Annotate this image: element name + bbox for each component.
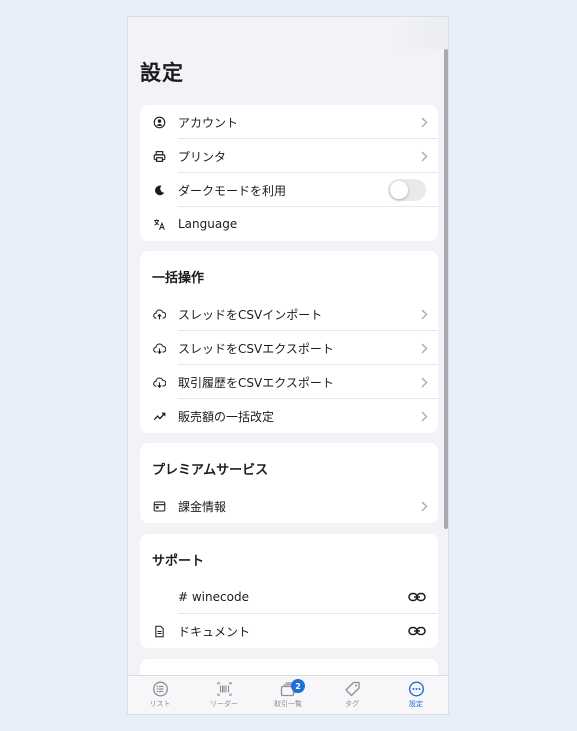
link-icon [408,591,426,603]
moon-icon [152,183,166,197]
tab-list[interactable]: リスト [128,676,192,714]
bulk-operations-card: 一括操作 スレッドをCSVインポート スレッドをCSVエクスポート 取引履歴をC… [140,251,438,433]
chevron-right-icon [421,376,428,388]
support-section-header: サポート [152,554,205,569]
tab-reader[interactable]: リーダー [192,676,256,714]
bulk-price-revision-label: 販売額の一括改定 [178,409,275,424]
support-card: サポート # winecode ドキュメント [140,534,438,648]
thread-csv-export-row[interactable]: スレッドをCSVエクスポート [140,331,438,365]
thread-csv-import-label: スレッドをCSVインポート [178,307,323,322]
document-icon [152,624,166,638]
language-label: Language [178,217,238,231]
account-row[interactable]: アカウント [140,105,438,139]
status-area [128,17,448,49]
thread-csv-export-label: スレッドをCSVエクスポート [178,341,334,356]
premium-services-card: プレミアムサービス 課金情報 [140,443,438,523]
tab-settings-label: 設定 [409,700,423,708]
trending-icon [152,409,166,423]
billing-icon [152,499,166,513]
tab-tags-label: タグ [345,700,359,708]
chevron-right-icon [421,410,428,422]
language-row[interactable]: Language [140,207,438,241]
account-circle-icon [152,115,166,129]
list-icon [152,681,168,697]
tab-tags[interactable]: タグ [320,676,384,714]
dark-mode-label: ダークモードを利用 [178,183,287,198]
history-csv-export-label: 取引履歴をCSVエクスポート [178,375,334,390]
blank-icon-slot [152,590,166,604]
tab-transactions-label: 取引一覧 [274,700,302,708]
printer-row[interactable]: プリンタ [140,139,438,173]
documentation-label: ドキュメント [178,624,251,639]
printer-label: プリンタ [178,149,227,164]
chevron-right-icon [421,116,428,128]
tab-bar: リスト リーダー 2 取引一覧 タグ 設定 [128,675,448,714]
history-csv-export-row[interactable]: 取引履歴をCSVエクスポート [140,365,438,399]
page-title: 設定 [140,61,184,85]
tab-settings[interactable]: 設定 [384,676,448,714]
cloud-download-icon [152,375,166,389]
winecode-label: # winecode [178,590,249,604]
billing-info-label: 課金情報 [178,499,227,514]
tab-transactions[interactable]: 2 取引一覧 [256,676,320,714]
chevron-right-icon [421,342,428,354]
tab-reader-label: リーダー [210,700,238,708]
cloud-upload-icon [152,307,166,321]
dark-mode-toggle[interactable] [388,179,426,201]
translate-icon [152,217,166,231]
general-settings-card: アカウント プリンタ ダークモードを利用 Language [140,105,438,241]
scrollbar[interactable] [444,49,448,529]
cloud-download-icon [152,341,166,355]
thread-csv-import-row[interactable]: スレッドをCSVインポート [140,297,438,331]
bulk-section-header: 一括操作 [152,271,205,286]
tab-list-label: リスト [149,700,171,708]
chevron-right-icon [421,150,428,162]
account-label: アカウント [178,115,239,130]
printer-icon [152,149,166,163]
premium-section-header: プレミアムサービス [152,463,269,478]
dark-mode-row: ダークモードを利用 [140,173,438,207]
chevron-right-icon [421,308,428,320]
documentation-row[interactable]: ドキュメント [140,614,438,648]
bulk-price-revision-row[interactable]: 販売額の一括改定 [140,399,438,433]
transactions-badge: 2 [291,679,305,693]
app-window: 設定 アカウント プリンタ ダークモードを利用 Language 一括操作 スレ… [127,16,449,715]
winecode-link-row[interactable]: # winecode [140,580,438,614]
barcode-icon [216,682,232,696]
billing-info-row[interactable]: 課金情報 [140,489,438,523]
tag-icon [344,681,360,697]
link-icon [408,625,426,637]
chevron-right-icon [421,500,428,512]
more-icon [408,681,424,697]
